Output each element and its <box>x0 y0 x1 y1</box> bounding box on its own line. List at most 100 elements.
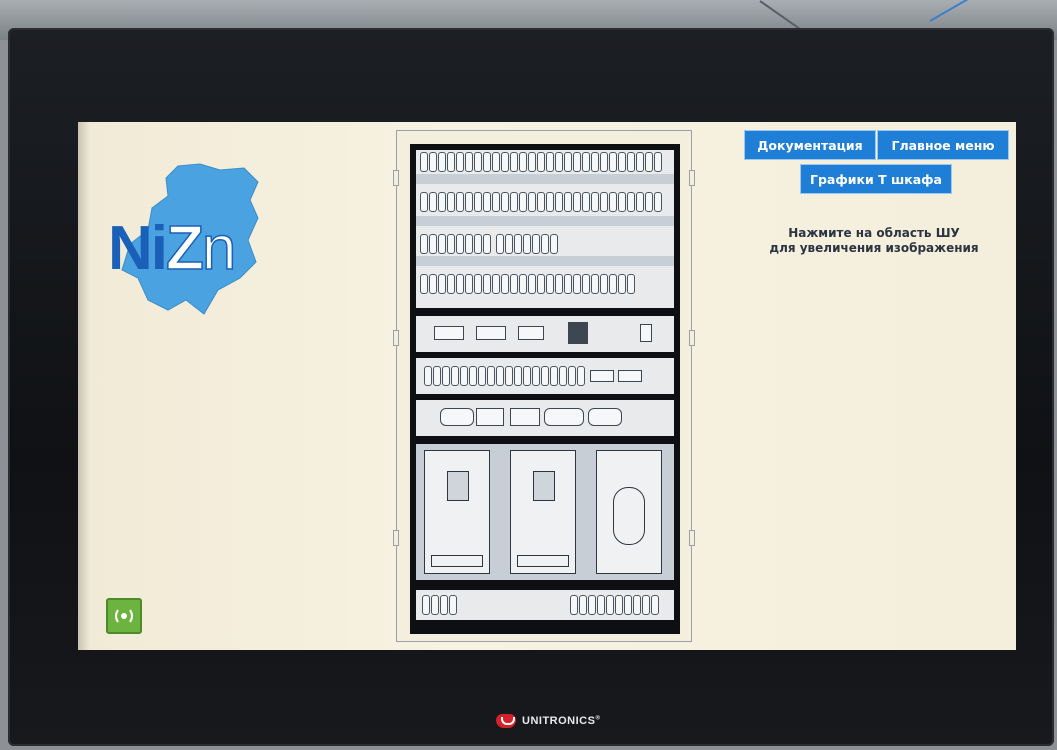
terminal-block <box>483 234 491 254</box>
terminal-row <box>420 192 663 212</box>
terminal-block <box>447 192 455 212</box>
terminal-block <box>555 192 563 212</box>
terminal-block <box>438 234 446 254</box>
terminal-block <box>456 234 464 254</box>
terminal-block <box>438 152 446 172</box>
brand-wordmark: NiZn <box>108 214 237 283</box>
mounting-panel <box>410 144 680 634</box>
terminal-block <box>465 152 473 172</box>
terminal-block <box>633 595 641 615</box>
terminal-block <box>636 152 644 172</box>
cabinet-temperature-graphs-button[interactable]: Графики Т шкафа <box>800 164 952 194</box>
contactor <box>588 408 622 426</box>
terminal-block <box>555 274 563 294</box>
hint-line-2: для увеличения изображения <box>769 241 979 255</box>
frequency-converter <box>424 450 490 574</box>
terminal-block <box>541 366 549 386</box>
terminal-block <box>501 192 509 212</box>
cabinet-hinge <box>689 530 695 546</box>
main-menu-button[interactable]: Главное меню <box>877 130 1009 160</box>
terminal-block <box>519 152 527 172</box>
terminal-block <box>510 192 518 212</box>
unitronics-logo-icon <box>496 714 516 728</box>
terminal-block <box>433 366 441 386</box>
terminal-row <box>570 595 660 615</box>
contactor <box>440 408 474 426</box>
terminal-block <box>532 234 540 254</box>
nizn-logo: NiZn <box>108 160 278 320</box>
terminal-block <box>447 234 455 254</box>
terminal-block <box>496 366 504 386</box>
terminal-block <box>582 192 590 212</box>
terminal-block <box>420 234 428 254</box>
terminal-block <box>609 274 617 294</box>
terminal-block <box>654 152 662 172</box>
terminal-block <box>528 152 536 172</box>
terminal-row <box>420 274 636 294</box>
vendor-name: UNITRONICS® <box>522 715 601 727</box>
terminal-block <box>487 366 495 386</box>
terminal-block <box>606 595 614 615</box>
terminal-block <box>429 274 437 294</box>
cabinet-hinge <box>393 170 399 186</box>
terminal-block <box>573 192 581 212</box>
terminal-block <box>618 274 626 294</box>
terminal-row <box>496 234 559 254</box>
terminal-block <box>564 152 572 172</box>
terminal-block <box>600 192 608 212</box>
terminal-block <box>424 366 432 386</box>
terminal-block <box>627 274 635 294</box>
terminal-block <box>519 192 527 212</box>
contactor <box>544 408 584 426</box>
terminal-block <box>627 192 635 212</box>
terminal-block <box>624 595 632 615</box>
relay-row <box>424 366 586 386</box>
terminal-block <box>550 234 558 254</box>
cabinet-hinge <box>393 530 399 546</box>
terminal-block <box>474 234 482 254</box>
terminal-block <box>546 152 554 172</box>
terminal-block <box>627 152 635 172</box>
hmi-screen: NiZn Документация Главное меню Графики Т… <box>78 122 1016 650</box>
terminal-block <box>600 274 608 294</box>
terminal-block <box>478 366 486 386</box>
terminal-block <box>636 192 644 212</box>
terminal-block <box>523 234 531 254</box>
terminal-block <box>645 192 653 212</box>
terminal-block <box>460 366 468 386</box>
terminal-block <box>642 595 650 615</box>
terminal-block <box>541 234 549 254</box>
vendor-logo: UNITRONICS® <box>496 714 600 728</box>
documentation-button[interactable]: Документация <box>744 130 876 160</box>
terminal-block <box>519 274 527 294</box>
terminal-block <box>422 595 430 615</box>
terminal-block <box>496 234 504 254</box>
terminal-block <box>546 192 554 212</box>
terminal-block <box>447 274 455 294</box>
fan-unit <box>596 450 662 574</box>
terminal-block <box>618 192 626 212</box>
terminal-block <box>582 152 590 172</box>
terminal-block <box>609 152 617 172</box>
terminal-row <box>422 595 458 615</box>
terminal-block <box>492 192 500 212</box>
terminal-block <box>591 192 599 212</box>
terminal-block <box>582 274 590 294</box>
terminal-block <box>451 366 459 386</box>
terminal-block <box>465 234 473 254</box>
terminal-block <box>528 192 536 212</box>
sound-button[interactable] <box>106 598 142 634</box>
terminal-block <box>505 234 513 254</box>
power-module <box>568 322 588 344</box>
terminal-block <box>442 366 450 386</box>
terminal-block <box>591 274 599 294</box>
terminal-block <box>555 152 563 172</box>
frequency-converter <box>510 450 576 574</box>
terminal-block <box>600 152 608 172</box>
control-cabinet-diagram[interactable] <box>393 130 695 642</box>
terminal-block <box>469 366 477 386</box>
speaker-icon <box>115 609 133 623</box>
terminal-block <box>514 366 522 386</box>
terminal-block <box>431 595 439 615</box>
terminal-block <box>492 274 500 294</box>
